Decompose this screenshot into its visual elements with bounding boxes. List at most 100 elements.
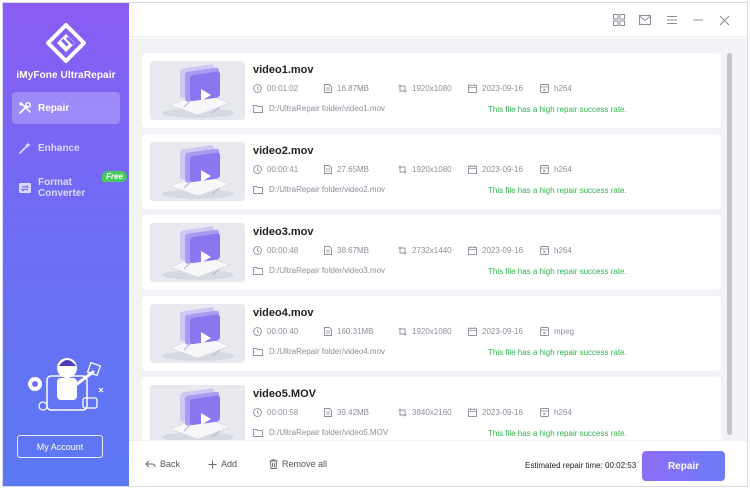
support-illustration-icon [28, 358, 104, 411]
crop-icon [398, 246, 407, 255]
remove-all-label: Remove all [282, 459, 328, 469]
sidebar-item-repair[interactable]: Repair [12, 92, 120, 124]
file-path: D:/UltraRepair folder/video3.mov [253, 266, 385, 275]
file-resolution: 2732x1440 [398, 246, 452, 255]
file-codec: mpeg [540, 327, 574, 336]
calendar-icon [468, 84, 477, 93]
file-size: 38.67MB [324, 246, 369, 255]
file-card-1[interactable]: video1.mov 00:01:02 16.87MB 1920x1080 20… [142, 53, 721, 128]
file-duration: 00:00:58 [253, 408, 298, 417]
file-date: 2023-09-16 [468, 327, 523, 336]
codec-icon [540, 84, 549, 93]
file-size: 27.65MB [324, 165, 369, 174]
back-label: Back [160, 459, 181, 469]
crop-icon [398, 408, 407, 417]
sidebar-item-enhance[interactable]: Enhance [12, 132, 120, 164]
file-card-5[interactable]: video5.MOV 00:00:58 39.42MB 3840x2160 20… [142, 377, 721, 440]
file-name: video5.MOV [253, 388, 316, 400]
app-window: iMyFone UltraRepair Repair Enhance Forma… [2, 2, 748, 487]
file-name: video1.mov [253, 64, 314, 76]
video-file-icon [162, 388, 234, 440]
video-file-icon [162, 307, 234, 361]
file-icon [324, 246, 332, 255]
file-duration: 00:00:41 [253, 165, 298, 174]
calendar-icon [468, 246, 477, 255]
clock-icon [253, 84, 262, 93]
repair-status-text: This file has a high repair success rate… [488, 267, 627, 276]
remove-all-button[interactable]: Remove all [269, 459, 327, 469]
codec-icon [540, 246, 549, 255]
magic-wand-icon [19, 142, 31, 154]
clock-icon [253, 165, 262, 174]
repair-button[interactable]: Repair [642, 451, 725, 481]
folder-icon [253, 104, 263, 113]
convert-icon [19, 183, 31, 193]
video-file-icon [162, 64, 234, 118]
clock-icon [253, 408, 262, 417]
folder-icon [253, 428, 263, 437]
folder-icon [253, 347, 263, 356]
back-button[interactable]: Back [145, 459, 180, 469]
video-thumbnail [150, 304, 245, 363]
sidebar: iMyFone UltraRepair Repair Enhance Forma… [3, 3, 129, 486]
bottom-bar: Back Add Remove all Estimated repair tim… [129, 440, 747, 486]
trash-icon [269, 459, 278, 469]
minimize-icon[interactable] [690, 12, 706, 28]
file-date: 2023-09-16 [468, 84, 523, 93]
app-logo-icon [46, 23, 86, 63]
file-size: 160.31MB [324, 327, 373, 336]
scrollbar-thumb[interactable] [727, 53, 732, 435]
back-arrow-icon [145, 460, 156, 467]
file-codec: h264 [540, 408, 572, 417]
file-card-2[interactable]: video2.mov 00:00:41 27.65MB 1920x1080 20… [142, 134, 721, 209]
video-thumbnail [150, 142, 245, 201]
add-button[interactable]: Add [208, 459, 237, 469]
file-size: 39.42MB [324, 408, 369, 417]
video-thumbnail [150, 223, 245, 282]
video-thumbnail [150, 61, 245, 120]
video-file-icon [162, 145, 234, 199]
file-resolution: 1920x1080 [398, 165, 452, 174]
file-codec: h264 [540, 246, 572, 255]
crop-icon [398, 165, 407, 174]
close-icon[interactable] [716, 12, 732, 28]
file-date: 2023-09-16 [468, 165, 523, 174]
sidebar-item-label: Repair [38, 102, 70, 114]
repair-status-text: This file has a high repair success rate… [488, 348, 627, 357]
file-icon [324, 84, 332, 93]
file-card-3[interactable]: video3.mov 00:00:48 38.67MB 2732x1440 20… [142, 215, 721, 290]
file-icon [324, 408, 332, 417]
calendar-icon [468, 327, 477, 336]
scrollbar[interactable] [727, 53, 733, 438]
calendar-icon [468, 165, 477, 174]
video-file-icon [162, 226, 234, 280]
file-card-4[interactable]: video4.mov 00:00:40 160.31MB 1920x1080 2… [142, 296, 721, 371]
file-date: 2023-09-16 [468, 408, 523, 417]
my-account-button[interactable]: My Account [17, 435, 103, 458]
crop-icon [398, 327, 407, 336]
file-path: D:/UltraRepair folder/video1.mov [253, 104, 385, 113]
repair-status-text: This file has a high repair success rate… [488, 186, 627, 195]
free-badge: Free [102, 171, 127, 182]
file-codec: h264 [540, 84, 572, 93]
file-resolution: 3840x2160 [398, 408, 452, 417]
repair-status-text: This file has a high repair success rate… [488, 105, 627, 114]
file-duration: 00:00:48 [253, 246, 298, 255]
folder-icon [253, 185, 263, 194]
codec-icon [540, 327, 549, 336]
repair-tools-icon [18, 101, 31, 114]
clock-icon [253, 246, 262, 255]
grid-icon[interactable] [611, 12, 627, 28]
file-duration: 00:00:40 [253, 327, 298, 336]
file-duration: 00:01:02 [253, 84, 298, 93]
codec-icon [540, 165, 549, 174]
folder-icon [253, 266, 263, 275]
sidebar-item-label: Enhance [38, 142, 80, 154]
file-resolution: 1920x1080 [398, 327, 452, 336]
calendar-icon [468, 408, 477, 417]
menu-icon[interactable] [664, 12, 680, 28]
app-name: iMyFone UltraRepair [16, 70, 116, 81]
mail-icon[interactable] [637, 12, 653, 28]
file-path: D:/UltraRepair folder/video2.mov [253, 185, 385, 194]
file-icon [324, 165, 332, 174]
